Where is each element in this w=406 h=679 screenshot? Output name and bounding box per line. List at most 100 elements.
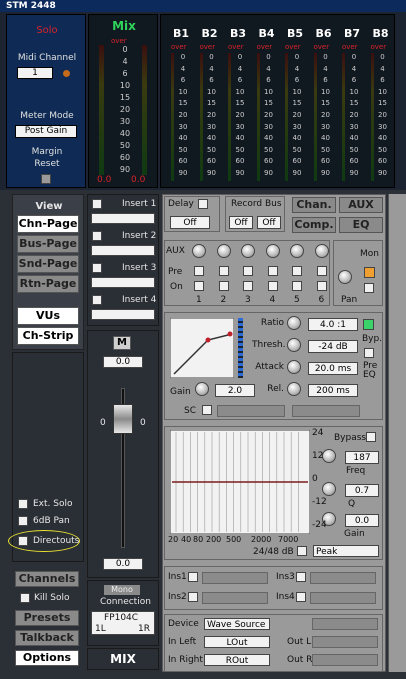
sidechain-source-field[interactable] (217, 405, 285, 417)
pan-knob[interactable] (338, 270, 352, 284)
presets-button[interactable]: Presets (15, 610, 79, 626)
directouts-checkbox[interactable] (18, 536, 28, 546)
insert-slot-field[interactable] (91, 245, 155, 256)
eq-gain-field[interactable]: 0.0 (345, 514, 379, 527)
sidechain-extra-field[interactable] (292, 405, 360, 417)
direct-ins-field[interactable] (202, 592, 268, 604)
insert-checkbox[interactable] (92, 199, 102, 209)
aux-on-checkbox[interactable] (243, 281, 253, 291)
channels-button[interactable]: Channels (15, 571, 79, 587)
comp-attack-field[interactable]: 20.0 ms (308, 362, 358, 375)
chn-page-button[interactable]: Chn-Page (17, 215, 79, 233)
options-button[interactable]: Options (15, 650, 79, 666)
ch-strip-button[interactable]: Ch-Strip (17, 327, 79, 345)
aux-on-checkbox[interactable] (267, 281, 278, 291)
eq-type-field[interactable]: Peak (313, 545, 379, 557)
comp-ratio-knob[interactable] (287, 316, 301, 330)
insert-checkbox[interactable] (92, 295, 102, 305)
aux-pre-checkbox[interactable] (218, 266, 229, 276)
direct-ins-checkbox[interactable] (296, 572, 306, 582)
comp-thresh-knob[interactable] (287, 338, 301, 352)
comp-enable-toggle[interactable] (363, 319, 374, 330)
solo-indicator[interactable]: Solo (13, 25, 81, 36)
eq-q-knob[interactable] (322, 482, 336, 496)
bus-scale-tick: 40 (321, 134, 330, 143)
insert-slot-field[interactable] (91, 213, 155, 224)
insert-checkbox[interactable] (92, 263, 102, 273)
ext-solo-checkbox[interactable] (18, 499, 28, 509)
device-extra-field[interactable] (312, 618, 378, 630)
aux-send-knob[interactable] (241, 244, 255, 258)
aux-pre-checkbox[interactable] (316, 266, 327, 276)
comp-rel-field[interactable]: 200 ms (308, 384, 358, 397)
sidechain-checkbox[interactable] (202, 405, 212, 415)
aux-send-knob[interactable] (265, 244, 280, 258)
fader-value-top[interactable]: 0.0 (103, 356, 143, 368)
talkback-button[interactable]: Talkback (15, 630, 79, 646)
mon-checkbox[interactable] (364, 283, 374, 293)
aux-send-knob[interactable] (192, 244, 206, 258)
insert-checkbox[interactable] (92, 231, 102, 241)
insert-slot-field[interactable] (91, 309, 155, 320)
direct-ins-field[interactable] (310, 572, 376, 584)
comp-gain-knob[interactable] (195, 382, 209, 396)
margin-reset-button[interactable] (41, 174, 51, 184)
out-left-field[interactable] (312, 636, 378, 648)
mono-button[interactable]: Mono (104, 585, 140, 595)
mon-toggle[interactable] (364, 267, 375, 278)
aux-pre-checkbox[interactable] (243, 266, 253, 276)
meter-mode-field[interactable]: Post Gain (15, 125, 77, 138)
eq-range-checkbox[interactable] (297, 546, 307, 556)
mix-scale-tick: 20 (119, 105, 131, 114)
aux-on-checkbox[interactable] (194, 281, 204, 291)
aux-button[interactable]: AUX (339, 197, 383, 213)
direct-ins-checkbox[interactable] (188, 592, 198, 602)
fader-handle[interactable] (113, 404, 133, 434)
device-field[interactable]: Wave Source (204, 618, 270, 630)
fader-value-bottom[interactable]: 0.0 (103, 558, 143, 570)
out-right-field[interactable] (312, 654, 378, 666)
record-bus-right[interactable]: Off (257, 216, 281, 229)
in-left-field[interactable]: LOut (204, 636, 270, 648)
vus-button[interactable]: VUs (17, 307, 79, 325)
comp-ratio-field[interactable]: 4.0 :1 (308, 318, 358, 331)
comp-rel-knob[interactable] (287, 382, 301, 396)
comp-gain-field[interactable]: 2.0 (215, 384, 255, 397)
aux-send-knob[interactable] (314, 244, 329, 258)
eq-bypass-checkbox[interactable] (366, 432, 376, 442)
direct-ins-field[interactable] (310, 592, 376, 604)
comp-button[interactable]: Comp. (292, 217, 336, 233)
midi-channel-field[interactable]: 1 (17, 67, 53, 79)
aux-on-checkbox[interactable] (316, 281, 327, 291)
delay-field[interactable]: Off (170, 216, 210, 229)
bus-page-button[interactable]: Bus-Page (17, 235, 79, 253)
direct-ins-field[interactable] (202, 572, 268, 584)
comp-thresh-field[interactable]: -24 dB (308, 340, 358, 353)
delay-checkbox[interactable] (198, 199, 208, 209)
snd-page-button[interactable]: Snd-Page (17, 255, 79, 273)
eq-freq-field[interactable]: 187 (345, 451, 379, 464)
aux-on-checkbox[interactable] (292, 281, 302, 291)
kill-solo-checkbox[interactable] (20, 593, 30, 603)
eq-q-field[interactable]: 0.7 (345, 484, 379, 497)
aux-on-checkbox[interactable] (218, 281, 229, 291)
rtn-page-button[interactable]: Rtn-Page (17, 275, 79, 293)
pre-eq-checkbox[interactable] (364, 348, 374, 358)
direct-ins-checkbox[interactable] (296, 592, 306, 602)
insert-slot-field[interactable] (91, 277, 155, 288)
aux-send-knob[interactable] (290, 244, 304, 258)
connection-selector[interactable]: FP104C 1L 1R (91, 611, 155, 635)
direct-ins-checkbox[interactable] (188, 572, 198, 582)
record-bus-left[interactable]: Off (229, 216, 253, 229)
6db-pan-checkbox[interactable] (18, 516, 28, 526)
in-right-field[interactable]: ROut (204, 654, 270, 666)
aux-pre-checkbox[interactable] (292, 266, 302, 276)
aux-pre-checkbox[interactable] (267, 266, 278, 276)
aux-pre-checkbox[interactable] (194, 266, 204, 276)
comp-attack-knob[interactable] (287, 360, 301, 374)
chan-button[interactable]: Chan. (292, 197, 336, 213)
eq-button[interactable]: EQ (339, 217, 383, 233)
eq-freq-knob[interactable] (322, 449, 336, 463)
aux-send-knob[interactable] (216, 244, 231, 258)
mute-button[interactable]: M (113, 336, 131, 350)
